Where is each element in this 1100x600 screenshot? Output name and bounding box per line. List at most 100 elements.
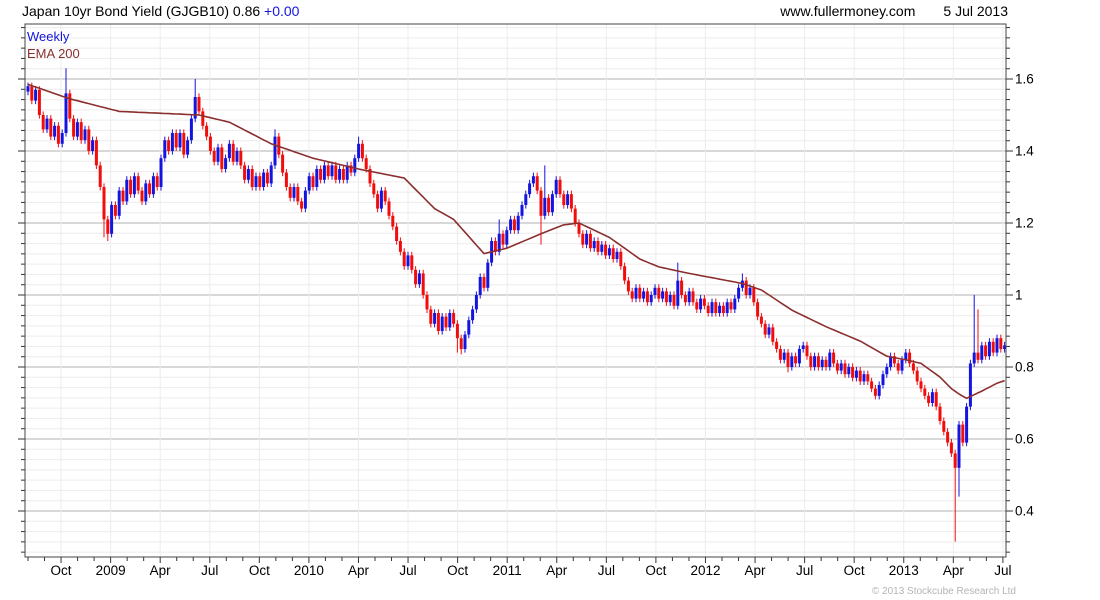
candle-body (478, 277, 482, 295)
candle-body (379, 190, 383, 209)
candle-body (273, 136, 277, 166)
y-axis-label: 0.8 (1015, 360, 1034, 375)
plot-frame (24, 23, 1007, 558)
candle-body (543, 197, 547, 216)
candle-body (281, 154, 285, 173)
candle-body (243, 165, 247, 180)
candle-body (577, 223, 581, 234)
candle-body (53, 125, 57, 137)
x-axis-label: Oct (447, 563, 468, 578)
candle-body (805, 345, 809, 357)
candle-body (372, 183, 376, 195)
candle-body (744, 280, 748, 295)
candle-body (638, 287, 642, 299)
page-title: Japan 10yr Bond Yield (GJGB10) 0.86 (22, 3, 261, 19)
candle-body (566, 194, 570, 205)
candle-body (505, 230, 509, 245)
candle-body (778, 349, 782, 360)
candle-body (110, 205, 114, 234)
candle-body (569, 194, 573, 209)
candle-body (714, 302, 718, 313)
legend-timeframe: Weekly (27, 29, 70, 44)
x-axis-label: Jul (796, 563, 813, 578)
candle-body (642, 291, 646, 299)
candle-body (398, 241, 402, 252)
candle-body (847, 367, 851, 375)
candle-body (68, 93, 72, 119)
candle-body (174, 133, 178, 148)
x-axis-label: Apr (943, 563, 965, 578)
candle-body (26, 86, 30, 92)
candle-body (163, 140, 167, 159)
candle-body (873, 388, 877, 396)
candle-body (733, 298, 737, 310)
candle-body (706, 305, 710, 313)
candle-body (801, 345, 805, 349)
candle-body (699, 298, 703, 310)
candle-body (794, 356, 798, 364)
candle-body (763, 323, 767, 335)
candle-body (634, 287, 638, 299)
x-axis-label: Jul (399, 563, 416, 578)
candle-body (919, 381, 923, 389)
candle-body (56, 125, 60, 144)
candle-body (83, 129, 87, 141)
candle-body (220, 147, 224, 169)
copyright-text: © 2013 Stockcube Research Ltd (871, 586, 1016, 597)
candle-body (816, 356, 820, 367)
candle-body (265, 172, 269, 184)
chart-title-row: Japan 10yr Bond Yield (GJGB10) 0.86 +0.0… (22, 3, 299, 19)
candle-body (562, 194, 566, 205)
candle-body (292, 187, 296, 198)
x-axis-label: 2011 (493, 563, 522, 578)
candle-body (820, 359, 824, 367)
candle-body (357, 143, 361, 159)
candle-body (414, 269, 418, 285)
ema-200-line (27, 83, 1005, 400)
candle-body (155, 176, 159, 187)
candle-body (246, 169, 250, 180)
price-chart: Oct 2009 Apr Jul Oct 2010 Apr Jul Oct 2011 Apr Jul O… (18, 23, 1034, 578)
chart-date: 5 Jul 2013 (943, 3, 1008, 19)
x-axis-label: Jul (201, 563, 218, 578)
candle-body (953, 453, 957, 468)
candle-body (79, 122, 83, 141)
candle-body (311, 176, 315, 187)
candle-body (885, 367, 889, 375)
candle-body (455, 323, 459, 339)
candle-body (288, 187, 292, 198)
candle-body (824, 359, 828, 367)
candle-body (786, 352, 790, 367)
candle-body (144, 183, 148, 202)
site-url-text: www.fullermoney.com (780, 3, 916, 19)
candle-body (284, 172, 288, 187)
candle-body (387, 201, 391, 216)
candle-body (303, 190, 307, 209)
candle-body (395, 226, 399, 241)
candle-body (326, 165, 330, 177)
candle-body (991, 341, 995, 353)
candle-body (547, 197, 551, 213)
candle-body (121, 190, 125, 202)
candle-body (125, 179, 129, 202)
candle-body (34, 89, 38, 101)
plot-border (24, 23, 1007, 558)
candle-body (383, 190, 387, 202)
candle-body (334, 165, 338, 180)
x-axis-label: 2010 (294, 563, 324, 578)
candle-body (976, 352, 980, 360)
candle-body (668, 295, 672, 303)
candle-body (942, 421, 946, 432)
candle-body (630, 291, 634, 299)
candle-body (645, 291, 649, 303)
candle-body (345, 165, 349, 180)
y-axis-label: 0.4 (1015, 504, 1034, 519)
candle-body (870, 381, 874, 389)
candle-body (197, 97, 201, 112)
candle-body (37, 89, 41, 115)
x-axis-label: Oct (645, 563, 666, 578)
candle-body (607, 248, 611, 256)
candle-body (402, 251, 406, 267)
candle-body (482, 277, 486, 288)
candle-body (995, 338, 999, 353)
